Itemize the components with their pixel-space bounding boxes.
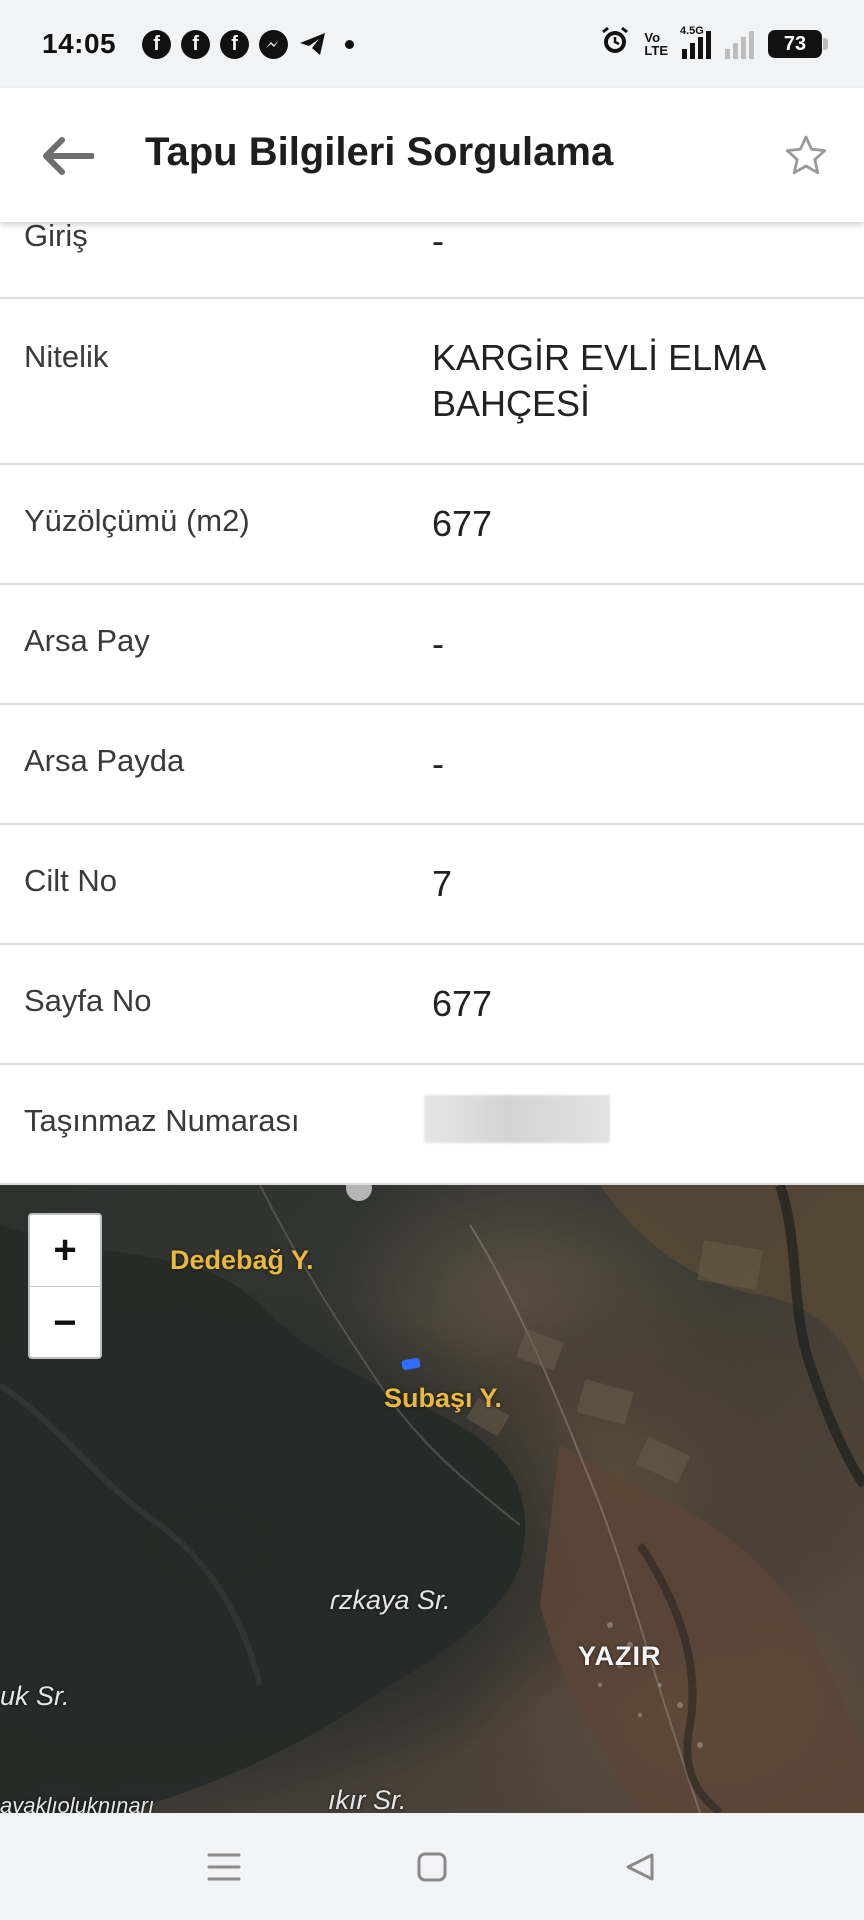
- detail-label: Cilt No: [24, 863, 118, 898]
- detail-row-sayfa-no: Sayfa No 677: [0, 945, 864, 1065]
- detail-label: Sayfa No: [24, 983, 152, 1018]
- signal-icon: 4.5G: [680, 25, 711, 59]
- detail-label: Giriş: [24, 218, 88, 253]
- star-outline-icon: [785, 135, 827, 175]
- parcel-map[interactable]: + − Dedebağ Y. Subaşı Y. ɾzkaya Sr. YAZI…: [0, 1185, 864, 1813]
- zoom-in-button[interactable]: +: [30, 1215, 100, 1287]
- favorite-button[interactable]: [778, 128, 834, 184]
- facebook-icon: f: [181, 29, 211, 59]
- dot-icon: [345, 39, 355, 49]
- detail-label: Nitelik: [24, 339, 109, 374]
- alarm-icon: [600, 26, 630, 62]
- detail-row-cilt-no: Cilt No 7: [0, 825, 864, 945]
- detail-value: 677: [432, 503, 493, 544]
- map-label-yazir: YAZIR: [578, 1641, 662, 1671]
- system-back-button[interactable]: [610, 1837, 670, 1897]
- signal-2-icon: [725, 29, 754, 59]
- detail-label: Yüzölçümü (m2): [24, 503, 250, 538]
- notification-icons: f f f: [142, 29, 355, 59]
- app-bar: Tapu Bilgileri Sorgulama: [0, 88, 864, 222]
- detail-label: Arsa Payda: [24, 743, 185, 778]
- facebook-icon: f: [220, 29, 250, 59]
- detail-value: -: [432, 743, 444, 784]
- map-label-dedebag: Dedebağ Y.: [170, 1245, 314, 1275]
- home-square-icon: [417, 1852, 447, 1881]
- redacted-value: [424, 1095, 610, 1143]
- telegram-icon: [298, 30, 327, 59]
- detail-label: Arsa Pay: [24, 623, 150, 658]
- volte-bottom: LTE: [644, 43, 668, 58]
- home-button[interactable]: [402, 1837, 462, 1897]
- detail-row-yuzolcumu: Yüzölçümü (m2) 677: [0, 465, 864, 585]
- map-label-bottom-left: ayaklıoluknınarı: [0, 1793, 155, 1813]
- detail-value: KARGİR EVLİ ELMA BAHÇESİ: [432, 337, 765, 424]
- detail-row-arsa-payda: Arsa Payda -: [0, 705, 864, 825]
- status-time: 14:05: [42, 28, 117, 59]
- menu-icon: [207, 1853, 241, 1880]
- zoom-control: + −: [28, 1213, 102, 1359]
- satellite-imagery: [0, 1185, 864, 1813]
- volte-icon: Vo LTE: [644, 31, 668, 57]
- messenger-icon: [259, 29, 289, 59]
- zoom-out-button[interactable]: −: [30, 1287, 100, 1357]
- map-label-uk: uk Sr.: [0, 1681, 70, 1711]
- recent-apps-button[interactable]: [194, 1837, 254, 1897]
- detail-value: -: [432, 623, 444, 664]
- detail-row-nitelik: Nitelik KARGİR EVLİ ELMA BAHÇESİ: [0, 299, 864, 465]
- detail-value: -: [432, 220, 444, 261]
- detail-value: 677: [432, 983, 493, 1024]
- back-button[interactable]: [36, 128, 96, 184]
- detail-label: Taşınmaz Numarası: [24, 1103, 300, 1138]
- map-label-kaya: ɾzkaya Sr.: [330, 1585, 451, 1615]
- battery-level: 73: [783, 32, 807, 55]
- detail-value: 7: [432, 863, 453, 904]
- facebook-icon: f: [142, 29, 172, 59]
- back-triangle-icon: [626, 1853, 654, 1880]
- detail-row-tasinmaz-numarasi: Taşınmaz Numarası: [0, 1065, 864, 1185]
- system-status-icons: Vo LTE 4.5G 73: [600, 25, 828, 62]
- battery-icon: 73: [768, 30, 828, 58]
- deed-details-list: Giriş - Nitelik KARGİR EVLİ ELMA BAHÇESİ…: [0, 218, 864, 1185]
- status-bar: 14:05 f f f Vo LTE 4.5G 73: [0, 0, 864, 88]
- map-label-kir: ıkır Sr.: [328, 1785, 407, 1813]
- network-type: 4.5G: [680, 25, 704, 37]
- detail-row-giris: Giriş -: [0, 218, 864, 299]
- map-label-subasi: Subaşı Y.: [384, 1383, 503, 1413]
- page-title: Tapu Bilgileri Sorgulama: [145, 130, 614, 174]
- back-arrow-icon: [43, 137, 94, 175]
- system-nav-bar: [0, 1813, 864, 1920]
- detail-row-arsa-pay: Arsa Pay -: [0, 585, 864, 705]
